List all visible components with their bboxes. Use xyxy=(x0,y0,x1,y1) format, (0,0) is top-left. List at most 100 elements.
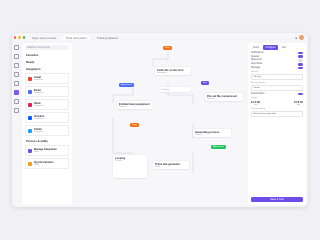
component-text: Synchronization Utility xyxy=(34,161,53,166)
node-generating[interactable]: Generating process Process xyxy=(193,129,231,137)
error-label: Error Handling xyxy=(251,107,266,110)
node-file-compressed[interactable]: File out file compressed Process xyxy=(205,93,243,101)
adjustment-pill-2[interactable]: Adjustment xyxy=(211,145,226,149)
exit-pill[interactable]: Exit xyxy=(201,81,209,85)
toggle-switch[interactable] xyxy=(298,62,303,66)
usage-label: Usage xyxy=(251,97,258,100)
start-label: Start xyxy=(165,46,170,49)
icon-rail xyxy=(12,42,21,207)
node-sub: Process xyxy=(207,97,215,100)
interval-value: 5th Day xyxy=(253,76,262,79)
tab-label: Training datasets xyxy=(96,35,119,40)
condition-text: Condition xyxy=(161,88,170,91)
node-fetch-file[interactable]: Fetch file on the form Integration xyxy=(155,67,191,75)
node-looping[interactable]: Looping Process xyxy=(113,155,147,178)
adjustment-pill[interactable]: Adjustment xyxy=(119,83,134,87)
title-bar: Open work process Prod next-action Train… xyxy=(12,33,308,42)
component-sub: Utility xyxy=(34,164,39,166)
flow-icon[interactable] xyxy=(14,90,19,95)
maximize-dot[interactable] xyxy=(22,36,26,39)
toggle-row: Message xyxy=(251,66,303,70)
stat-label: Avg xyxy=(296,103,301,106)
users-icon[interactable] xyxy=(14,81,19,86)
section-integration[interactable]: Integration xyxy=(26,67,68,71)
section-process[interactable]: Process & utility xyxy=(26,139,68,143)
auth-toggle[interactable] xyxy=(298,92,303,96)
pill-label: Adjustment xyxy=(213,145,224,148)
component-card[interactable]: Gmail Integration xyxy=(25,73,69,84)
component-icon xyxy=(28,161,32,166)
bell-icon[interactable]: ● xyxy=(295,36,297,40)
folder-icon[interactable] xyxy=(14,72,19,77)
component-text: Twitter Integration xyxy=(34,128,43,133)
node-sub: Process xyxy=(119,105,127,108)
close-dot[interactable] xyxy=(14,36,17,39)
node-task-assign[interactable]: Entitled task assignment Process xyxy=(117,101,153,109)
tab-0[interactable]: Open work process xyxy=(29,35,59,40)
save-test-button[interactable]: Save & Test xyxy=(251,197,303,202)
toggle-switch[interactable] xyxy=(298,66,303,70)
usage-stats: 12:4:96 Total 07:6:02 Avg xyxy=(251,101,303,106)
help-icon[interactable] xyxy=(14,108,19,113)
settings-icon[interactable] xyxy=(14,99,19,104)
section-ready[interactable]: Ready xyxy=(26,60,68,64)
tab-setup[interactable]: Setup xyxy=(251,45,261,50)
component-text: Manage Integration Utility xyxy=(34,148,57,153)
component-card[interactable]: Twitter Integration xyxy=(25,125,69,136)
interval-label: Interval xyxy=(251,71,259,74)
loop-pill[interactable]: Loop xyxy=(130,123,139,127)
component-sub: Integration xyxy=(34,131,44,133)
home-icon[interactable] xyxy=(14,45,19,50)
pill-label: Adjustment xyxy=(121,83,132,86)
toggle-switch[interactable] xyxy=(298,51,303,55)
node-prime-link[interactable]: Prime link generator Utility xyxy=(153,161,189,169)
tab-2[interactable]: Training datasets xyxy=(94,35,121,40)
component-text: Slack Integration xyxy=(34,102,43,107)
tab-configure[interactable]: Configure xyxy=(263,45,278,50)
tab-1[interactable]: Prod next-action xyxy=(63,35,90,40)
component-card[interactable]: Manage Integration Utility xyxy=(25,145,69,156)
stat-total: 12:4:96 Total xyxy=(251,101,260,106)
component-text: Dropbox Integration xyxy=(34,115,44,120)
workflow-canvas[interactable]: Start Fetch file on the form Integration… xyxy=(73,43,247,205)
component-card[interactable]: Dropbox Integration xyxy=(25,112,69,123)
chart-icon[interactable] xyxy=(14,63,19,68)
toggle-label: Message xyxy=(251,67,261,70)
backup-select[interactable]: Server xyxy=(251,85,303,92)
interval-select[interactable]: 5th Day xyxy=(251,74,303,81)
toggle-switch[interactable] xyxy=(298,59,303,62)
config-panel: Setup Configure Test Notifications Networ… xyxy=(248,43,306,205)
toggle-label: Placement xyxy=(251,59,262,62)
toggle-row: Network xyxy=(251,55,303,58)
toggle-label: Notifications xyxy=(251,51,264,54)
section-label: Favorites xyxy=(26,53,39,57)
component-card[interactable]: Email Integration xyxy=(25,86,69,97)
condition-label: Condition xyxy=(159,87,191,92)
component-card[interactable]: Synchronization Utility xyxy=(25,158,69,169)
minimize-dot[interactable] xyxy=(18,36,21,39)
tab-test[interactable]: Test xyxy=(280,45,288,50)
section-favorites[interactable]: Favorites xyxy=(26,53,68,57)
node-sub: Process xyxy=(115,159,123,162)
stat-label: Total xyxy=(253,103,258,106)
section-label: Integration xyxy=(26,67,41,71)
start-pill[interactable]: Start xyxy=(163,46,172,50)
app-window: Open work process Prod next-action Train… xyxy=(12,33,308,207)
section-label: Ready xyxy=(26,60,35,64)
stat-avg: 07:6:02 Avg xyxy=(294,101,303,106)
error-value: Restart from origin flow xyxy=(253,112,277,115)
component-sub: Integration xyxy=(34,79,44,81)
component-icon xyxy=(28,102,32,107)
node-sub: Process xyxy=(195,133,203,136)
component-icon xyxy=(28,89,32,94)
search-placeholder: Add/Find new items xyxy=(27,46,50,49)
component-icon xyxy=(28,148,32,153)
component-card[interactable]: Slack Integration xyxy=(25,99,69,110)
grid-icon[interactable] xyxy=(14,54,19,59)
error-select[interactable]: Restart from origin flow xyxy=(251,110,303,117)
search-input[interactable]: Add/Find new items xyxy=(25,45,69,50)
avatar[interactable] xyxy=(299,35,304,40)
panel-tabs: Setup Configure Test xyxy=(251,45,303,50)
tab-label: Open work process xyxy=(32,35,57,40)
toggle-switch[interactable] xyxy=(298,55,303,58)
